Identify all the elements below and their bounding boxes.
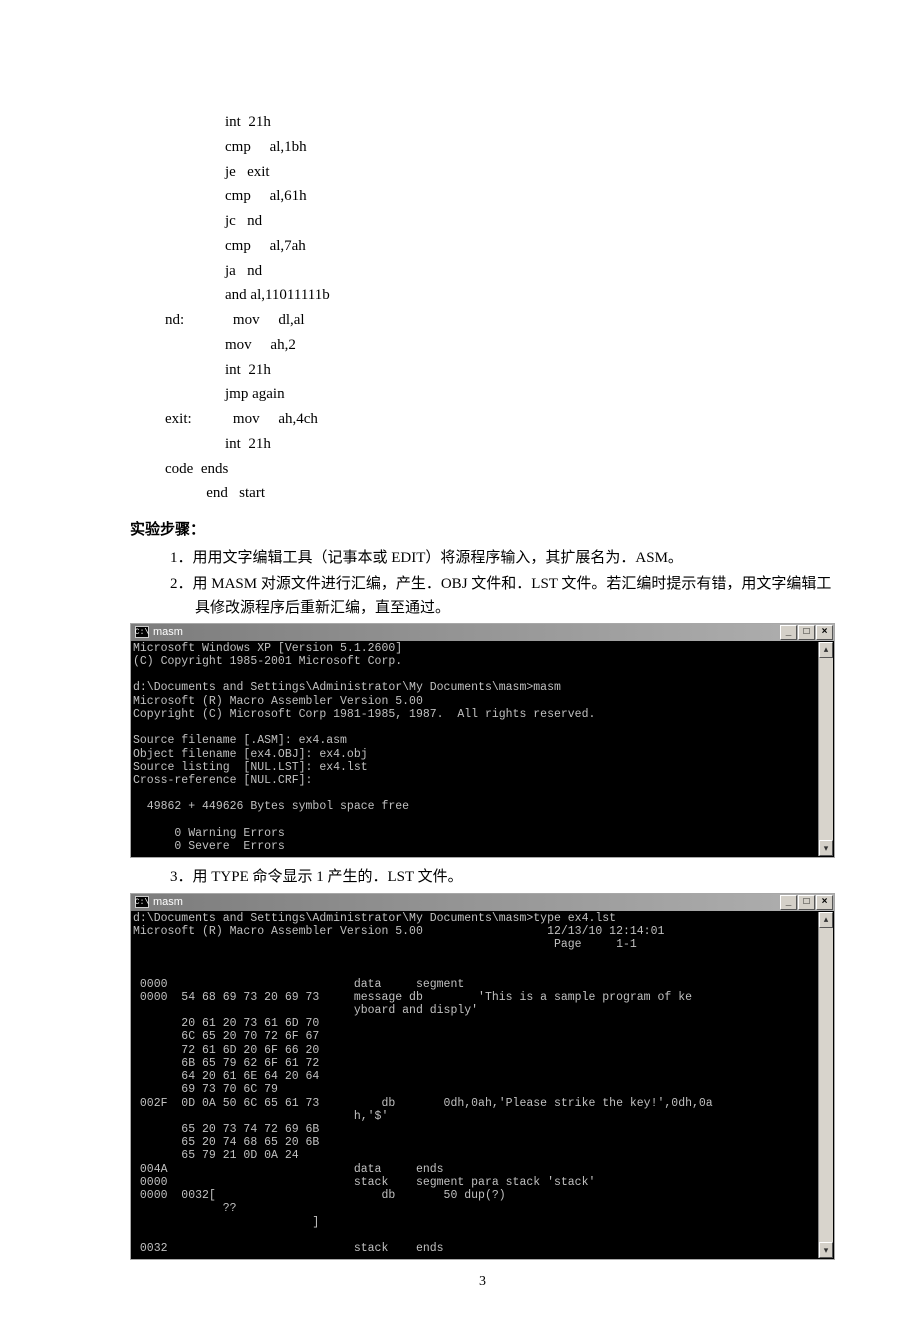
section-heading-steps: 实验步骤：: [130, 518, 835, 539]
page-number: 3: [130, 1274, 835, 1290]
console-output: Microsoft Windows XP [Version 5.1.2600] …: [131, 641, 834, 858]
minimize-button[interactable]: _: [780, 625, 797, 640]
title-bar: C:\ masm _ □ ×: [131, 894, 834, 911]
console-window-masm: C:\ masm _ □ × Microsoft Windows XP [Ver…: [130, 623, 835, 859]
step-item-2: 2．用 MASM 对源文件进行汇编，产生．OBJ 文件和．LST 文件。若汇编时…: [170, 573, 835, 620]
scrollbar[interactable]: ▴ ▾: [818, 642, 833, 857]
minimize-button[interactable]: _: [780, 895, 797, 910]
maximize-button[interactable]: □: [798, 625, 815, 640]
scroll-up-icon[interactable]: ▴: [819, 642, 833, 658]
scroll-down-icon[interactable]: ▾: [819, 840, 833, 856]
console-output: d:\Documents and Settings\Administrator\…: [131, 911, 834, 1260]
maximize-button[interactable]: □: [798, 895, 815, 910]
close-button[interactable]: ×: [816, 895, 833, 910]
console-window-type-lst: C:\ masm _ □ × d:\Documents and Settings…: [130, 893, 835, 1261]
step-item-1: 1．用用文字编辑工具（记事本或 EDIT）将源程序输入，其扩展名为．ASM。: [170, 547, 835, 570]
scroll-up-icon[interactable]: ▴: [819, 912, 833, 928]
cmd-icon: C:\: [135, 626, 149, 638]
cmd-icon: C:\: [135, 896, 149, 908]
assembly-source: int 21h cmp al,1bh je exit cmp al,61h jc…: [165, 110, 835, 506]
close-button[interactable]: ×: [816, 625, 833, 640]
title-bar: C:\ masm _ □ ×: [131, 624, 834, 641]
window-title: masm: [153, 626, 183, 638]
scroll-down-icon[interactable]: ▾: [819, 1242, 833, 1258]
window-title: masm: [153, 896, 183, 908]
scrollbar[interactable]: ▴ ▾: [818, 912, 833, 1259]
step-item-3: 3．用 TYPE 命令显示 1 产生的．LST 文件。: [170, 866, 835, 889]
